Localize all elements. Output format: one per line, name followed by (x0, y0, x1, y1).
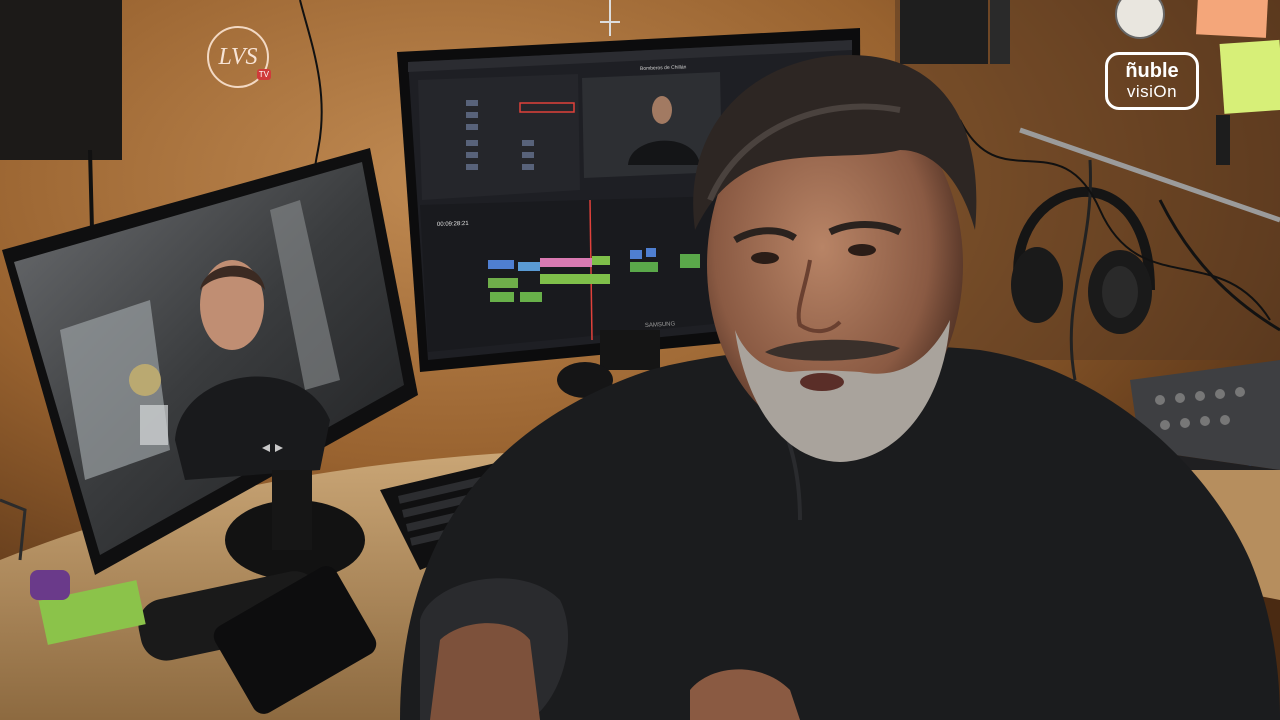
speaker-right (900, 0, 988, 64)
watermark-text: LVS (218, 44, 258, 70)
channel-logo-line2: visiOn (1126, 82, 1178, 101)
watermark-badge: TV (256, 69, 271, 80)
channel-logo-line1: ñuble (1125, 60, 1179, 82)
wall-clock (1115, 0, 1165, 39)
wall-watermark-logo: LVS TV (207, 26, 271, 88)
speaker-left (0, 0, 122, 160)
sticky-note (1219, 39, 1280, 114)
channel-logo: ñuble visiOn (1105, 52, 1199, 110)
sticky-note (1195, 0, 1268, 38)
scene-illustration: SAMSUNG 00:09:28:21 Bomberos de Chillán (0, 0, 1280, 720)
video-frame: SAMSUNG 00:09:28:21 Bomberos de Chillán (0, 0, 1280, 720)
timecode-display: 00:09:28:21 (437, 221, 470, 228)
